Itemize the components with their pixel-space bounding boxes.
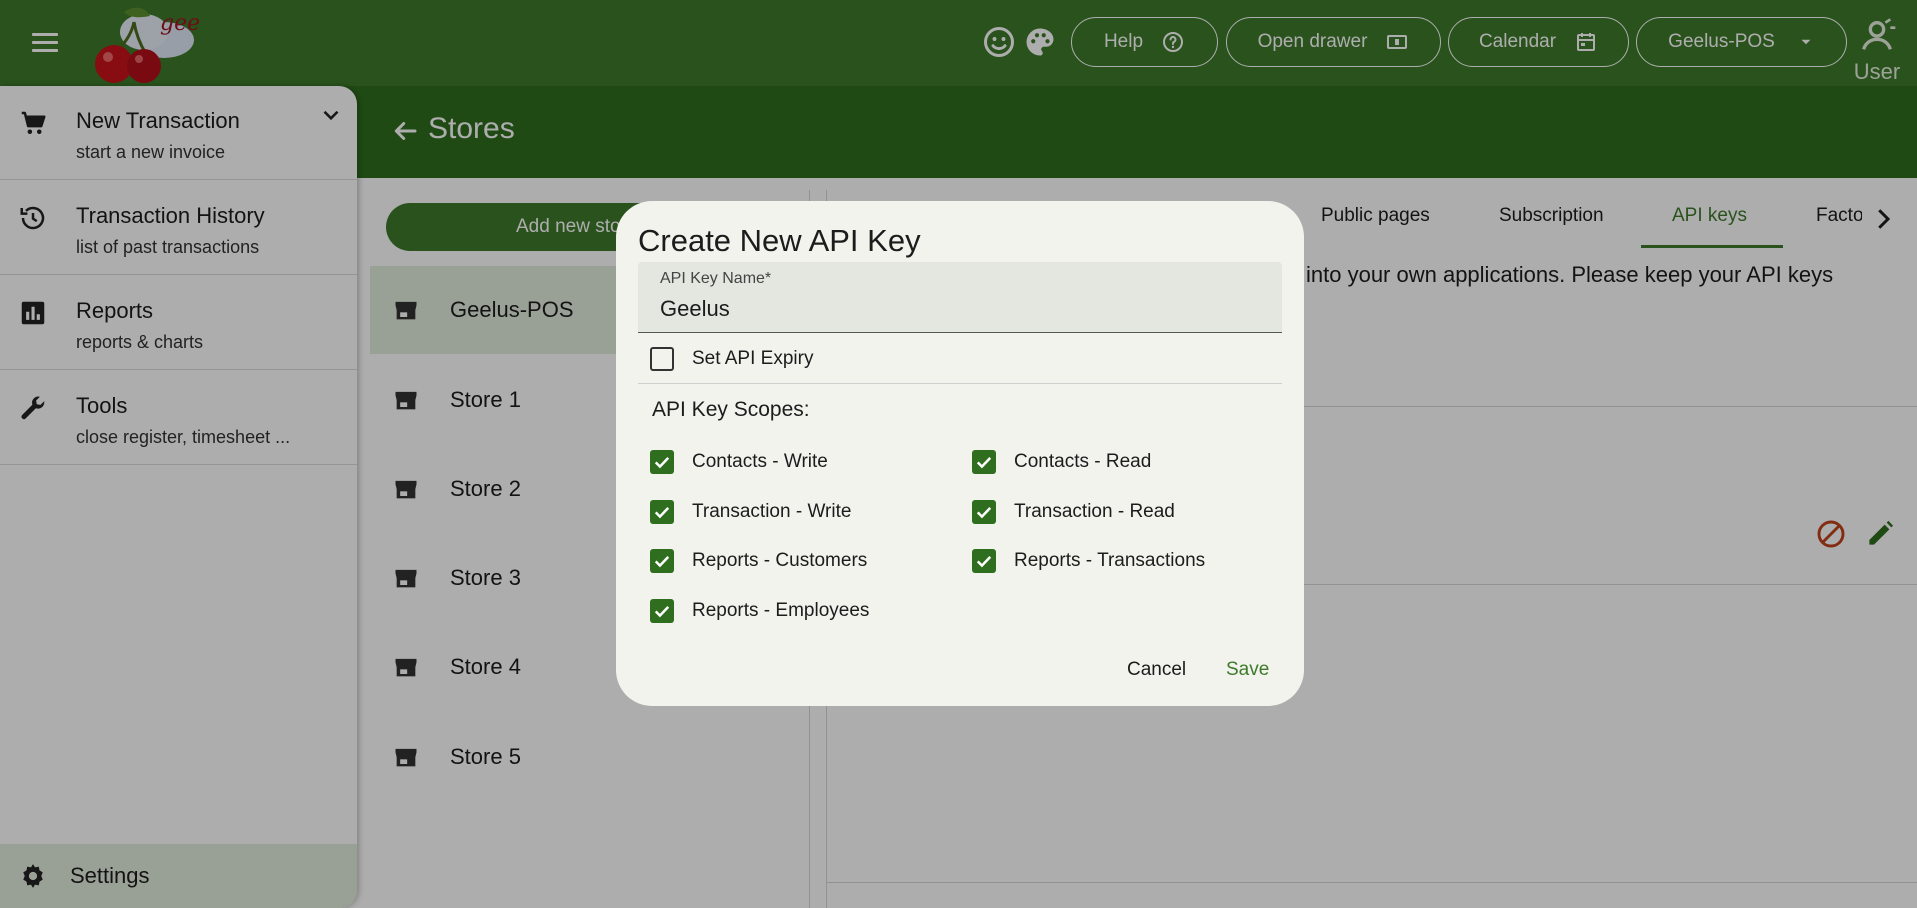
scope-checkbox[interactable] — [650, 599, 674, 623]
scope-checkbox[interactable] — [972, 500, 996, 524]
scope-label: Transaction - Write — [692, 501, 852, 522]
check-icon — [976, 506, 992, 519]
scopes-title: API Key Scopes: — [652, 398, 810, 421]
check-icon — [976, 456, 992, 469]
check-icon — [654, 605, 670, 618]
scope-checkbox[interactable] — [650, 549, 674, 573]
set-api-expiry-label: Set API Expiry — [692, 348, 814, 369]
set-api-expiry-checkbox[interactable] — [650, 347, 674, 371]
check-icon — [976, 555, 992, 568]
check-icon — [654, 456, 670, 469]
scope-label: Contacts - Read — [1014, 451, 1152, 472]
scope-label: Reports - Employees — [692, 600, 870, 621]
api-key-name-label: API Key Name* — [660, 270, 772, 287]
scope-checkbox[interactable] — [650, 450, 674, 474]
api-key-name-field[interactable]: API Key Name* Geelus — [638, 262, 1282, 333]
api-key-name-value[interactable]: Geelus — [660, 296, 730, 322]
check-icon — [654, 555, 670, 568]
dialog-title: Create New API Key — [638, 223, 921, 258]
scope-checkbox[interactable] — [972, 450, 996, 474]
scope-checkbox[interactable] — [972, 549, 996, 573]
scope-label: Reports - Customers — [692, 550, 868, 571]
save-button[interactable]: Save — [1226, 659, 1269, 681]
scope-label: Transaction - Read — [1014, 501, 1175, 522]
scope-label: Contacts - Write — [692, 451, 828, 472]
cancel-button[interactable]: Cancel — [1127, 659, 1186, 681]
divider — [638, 383, 1282, 384]
scope-label: Reports - Transactions — [1014, 550, 1206, 571]
check-icon — [654, 506, 670, 519]
scope-checkbox[interactable] — [650, 500, 674, 524]
create-api-key-dialog: Create New API Key API Key Name* Geelus … — [616, 201, 1304, 706]
